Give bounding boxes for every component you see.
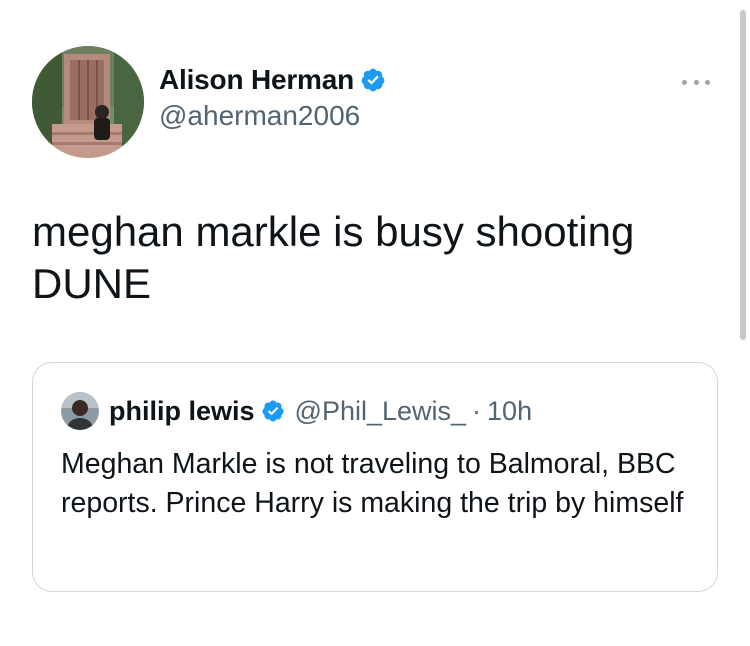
quoted-author-handle[interactable]: @Phil_Lewis_ bbox=[295, 396, 467, 427]
author-handle[interactable]: @aherman2006 bbox=[159, 100, 386, 132]
author-avatar[interactable] bbox=[32, 46, 144, 158]
tweet-text: meghan markle is busy shooting DUNE bbox=[32, 208, 635, 307]
author-block: Alison Herman @aherman2006 bbox=[159, 62, 386, 132]
quoted-tweet-time[interactable]: 10h bbox=[487, 396, 532, 427]
quoted-tweet-text: Meghan Markle is not traveling to Balmor… bbox=[61, 448, 684, 519]
quoted-author-name[interactable]: philip lewis bbox=[109, 396, 255, 427]
verified-badge-icon bbox=[261, 399, 285, 423]
more-options-icon[interactable] bbox=[678, 72, 714, 92]
quoted-tweet[interactable]: philip lewis @Phil_Lewis_ · 10h Meghan M… bbox=[32, 362, 718, 592]
scrollbar[interactable] bbox=[740, 10, 746, 340]
quoted-author-avatar[interactable] bbox=[61, 392, 99, 430]
separator-dot: · bbox=[472, 395, 482, 426]
verified-badge-icon bbox=[360, 67, 386, 93]
quoted-tweet-header: philip lewis @Phil_Lewis_ · 10h bbox=[61, 391, 532, 431]
author-name[interactable]: Alison Herman bbox=[159, 64, 354, 96]
